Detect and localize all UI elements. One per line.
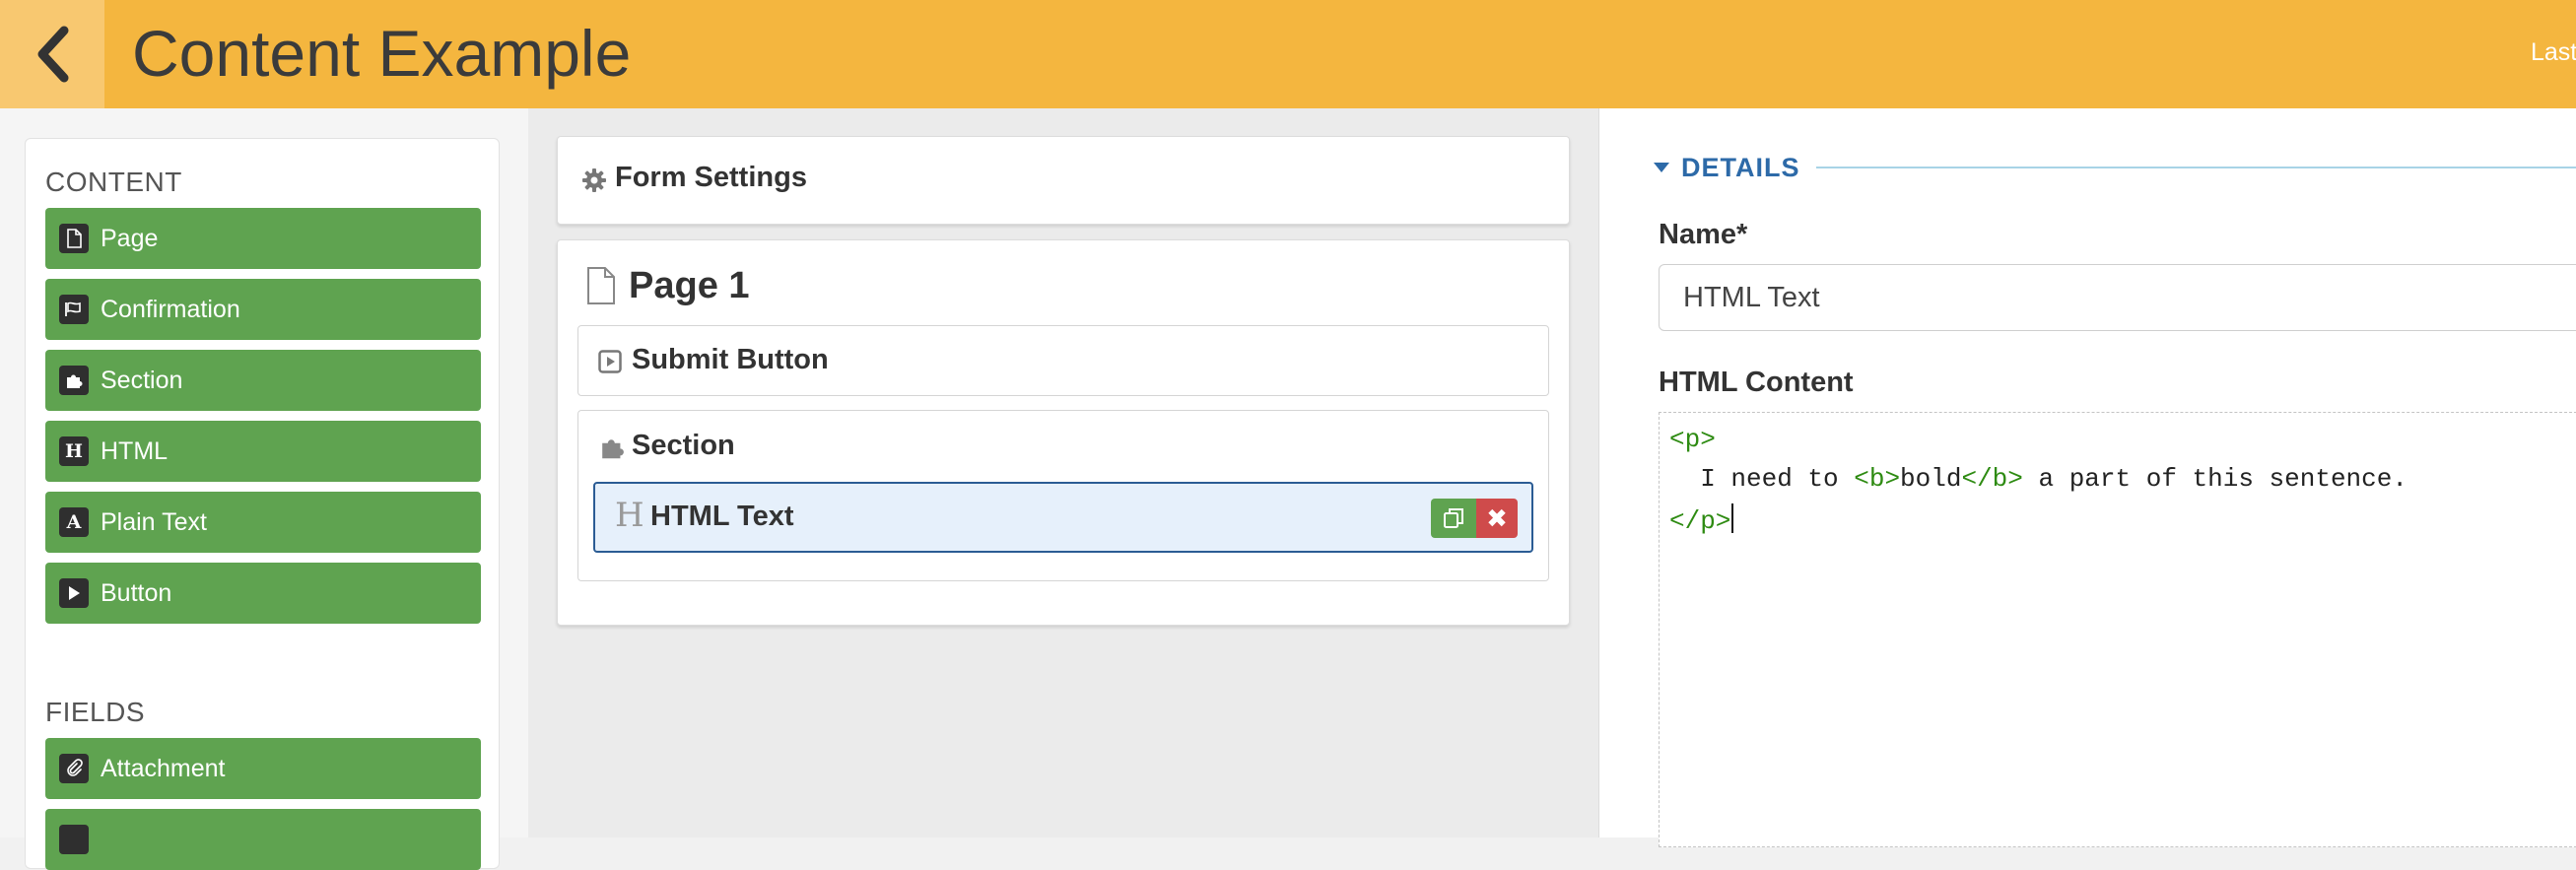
palette-item-section[interactable]: Section <box>45 350 481 411</box>
html-code-editor[interactable]: <p> I need to <b>bold</b> a part of this… <box>1659 412 2576 847</box>
html-text-label: HTML Text <box>650 501 794 532</box>
submit-button-row[interactable]: Submit Button <box>577 325 1549 396</box>
play-icon <box>59 578 89 608</box>
form-settings-panel[interactable]: Form Settings <box>557 136 1570 225</box>
palette-item-label: Attachment <box>101 754 226 782</box>
fields-heading: FIELDS <box>45 697 146 727</box>
page-card[interactable]: Page 1 Submit Button Section H HTML Text… <box>557 239 1570 626</box>
palette-item-label: Section <box>101 366 183 394</box>
palette-item-attachment[interactable]: Attachment <box>45 738 481 799</box>
caret-down-icon <box>1654 163 1669 172</box>
html-content-label: HTML Content <box>1659 367 1854 398</box>
palette-item-next[interactable] <box>45 809 481 870</box>
left-column: CONTENT Page Confirmation Section H HTML… <box>0 108 528 870</box>
submit-button-label: Submit Button <box>632 344 829 375</box>
name-field-label: Name* <box>1659 219 1748 250</box>
palette-item-plain-text[interactable]: A Plain Text <box>45 492 481 553</box>
text-icon: A <box>59 507 89 537</box>
code-b-open: <b> <box>1854 464 1901 494</box>
puzzle-icon <box>602 439 624 459</box>
code-open-tag: <p> <box>1669 425 1716 454</box>
palette-item-label: Button <box>101 578 172 607</box>
section-card[interactable]: Section H HTML Text ✖ <box>577 410 1549 581</box>
delete-button[interactable]: ✖ <box>1476 499 1518 538</box>
page-icon <box>587 267 615 304</box>
field-icon <box>59 825 89 854</box>
code-bold-word: bold <box>1900 464 1962 494</box>
content-heading: CONTENT <box>45 167 182 197</box>
play-square-icon <box>598 350 622 373</box>
copy-icon <box>1444 508 1463 528</box>
details-heading: DETAILS <box>1681 152 1800 182</box>
palette-item-page[interactable]: Page <box>45 208 481 269</box>
gear-icon <box>582 168 606 192</box>
code-b-close: </b> <box>1961 464 2023 494</box>
palette-item-label: HTML <box>101 436 169 465</box>
code-text: I need to <box>1669 464 1855 494</box>
palette-item-button[interactable]: Button <box>45 563 481 624</box>
paperclip-icon <box>59 754 89 783</box>
palette-item-html[interactable]: H HTML <box>45 421 481 482</box>
puzzle-icon <box>59 366 89 395</box>
app-header: Content Example Last <box>0 0 2576 108</box>
html-text-row[interactable]: H HTML Text ✖ <box>593 482 1533 553</box>
page-title: Content Example <box>132 17 632 90</box>
component-palette: CONTENT Page Confirmation Section H HTML… <box>25 138 500 870</box>
html-icon: H <box>615 496 644 535</box>
name-field[interactable] <box>1659 264 2576 331</box>
palette-item-label: Confirmation <box>101 295 240 323</box>
page-icon <box>59 224 89 253</box>
page-title-label: Page 1 <box>629 265 750 306</box>
section-label: Section <box>632 430 735 461</box>
confirmation-icon <box>59 295 89 324</box>
details-toggle[interactable]: DETAILS <box>1654 148 1800 187</box>
back-button[interactable] <box>0 0 104 108</box>
chevron-left-icon <box>37 26 69 83</box>
form-settings-label: Form Settings <box>615 162 807 193</box>
last-saved-text: Last <box>2531 38 2576 66</box>
palette-item-label: Plain Text <box>101 507 207 536</box>
palette-item-confirmation[interactable]: Confirmation <box>45 279 481 340</box>
code-close-tag: </p> <box>1669 506 1731 536</box>
close-icon: ✖ <box>1486 502 1508 533</box>
text-cursor <box>1731 503 1734 533</box>
duplicate-button[interactable] <box>1431 499 1476 538</box>
details-divider <box>1816 167 2576 168</box>
code-text-end: a part of this sentence. <box>2022 464 2407 494</box>
palette-item-label: Page <box>101 224 159 252</box>
html-icon: H <box>59 436 89 466</box>
